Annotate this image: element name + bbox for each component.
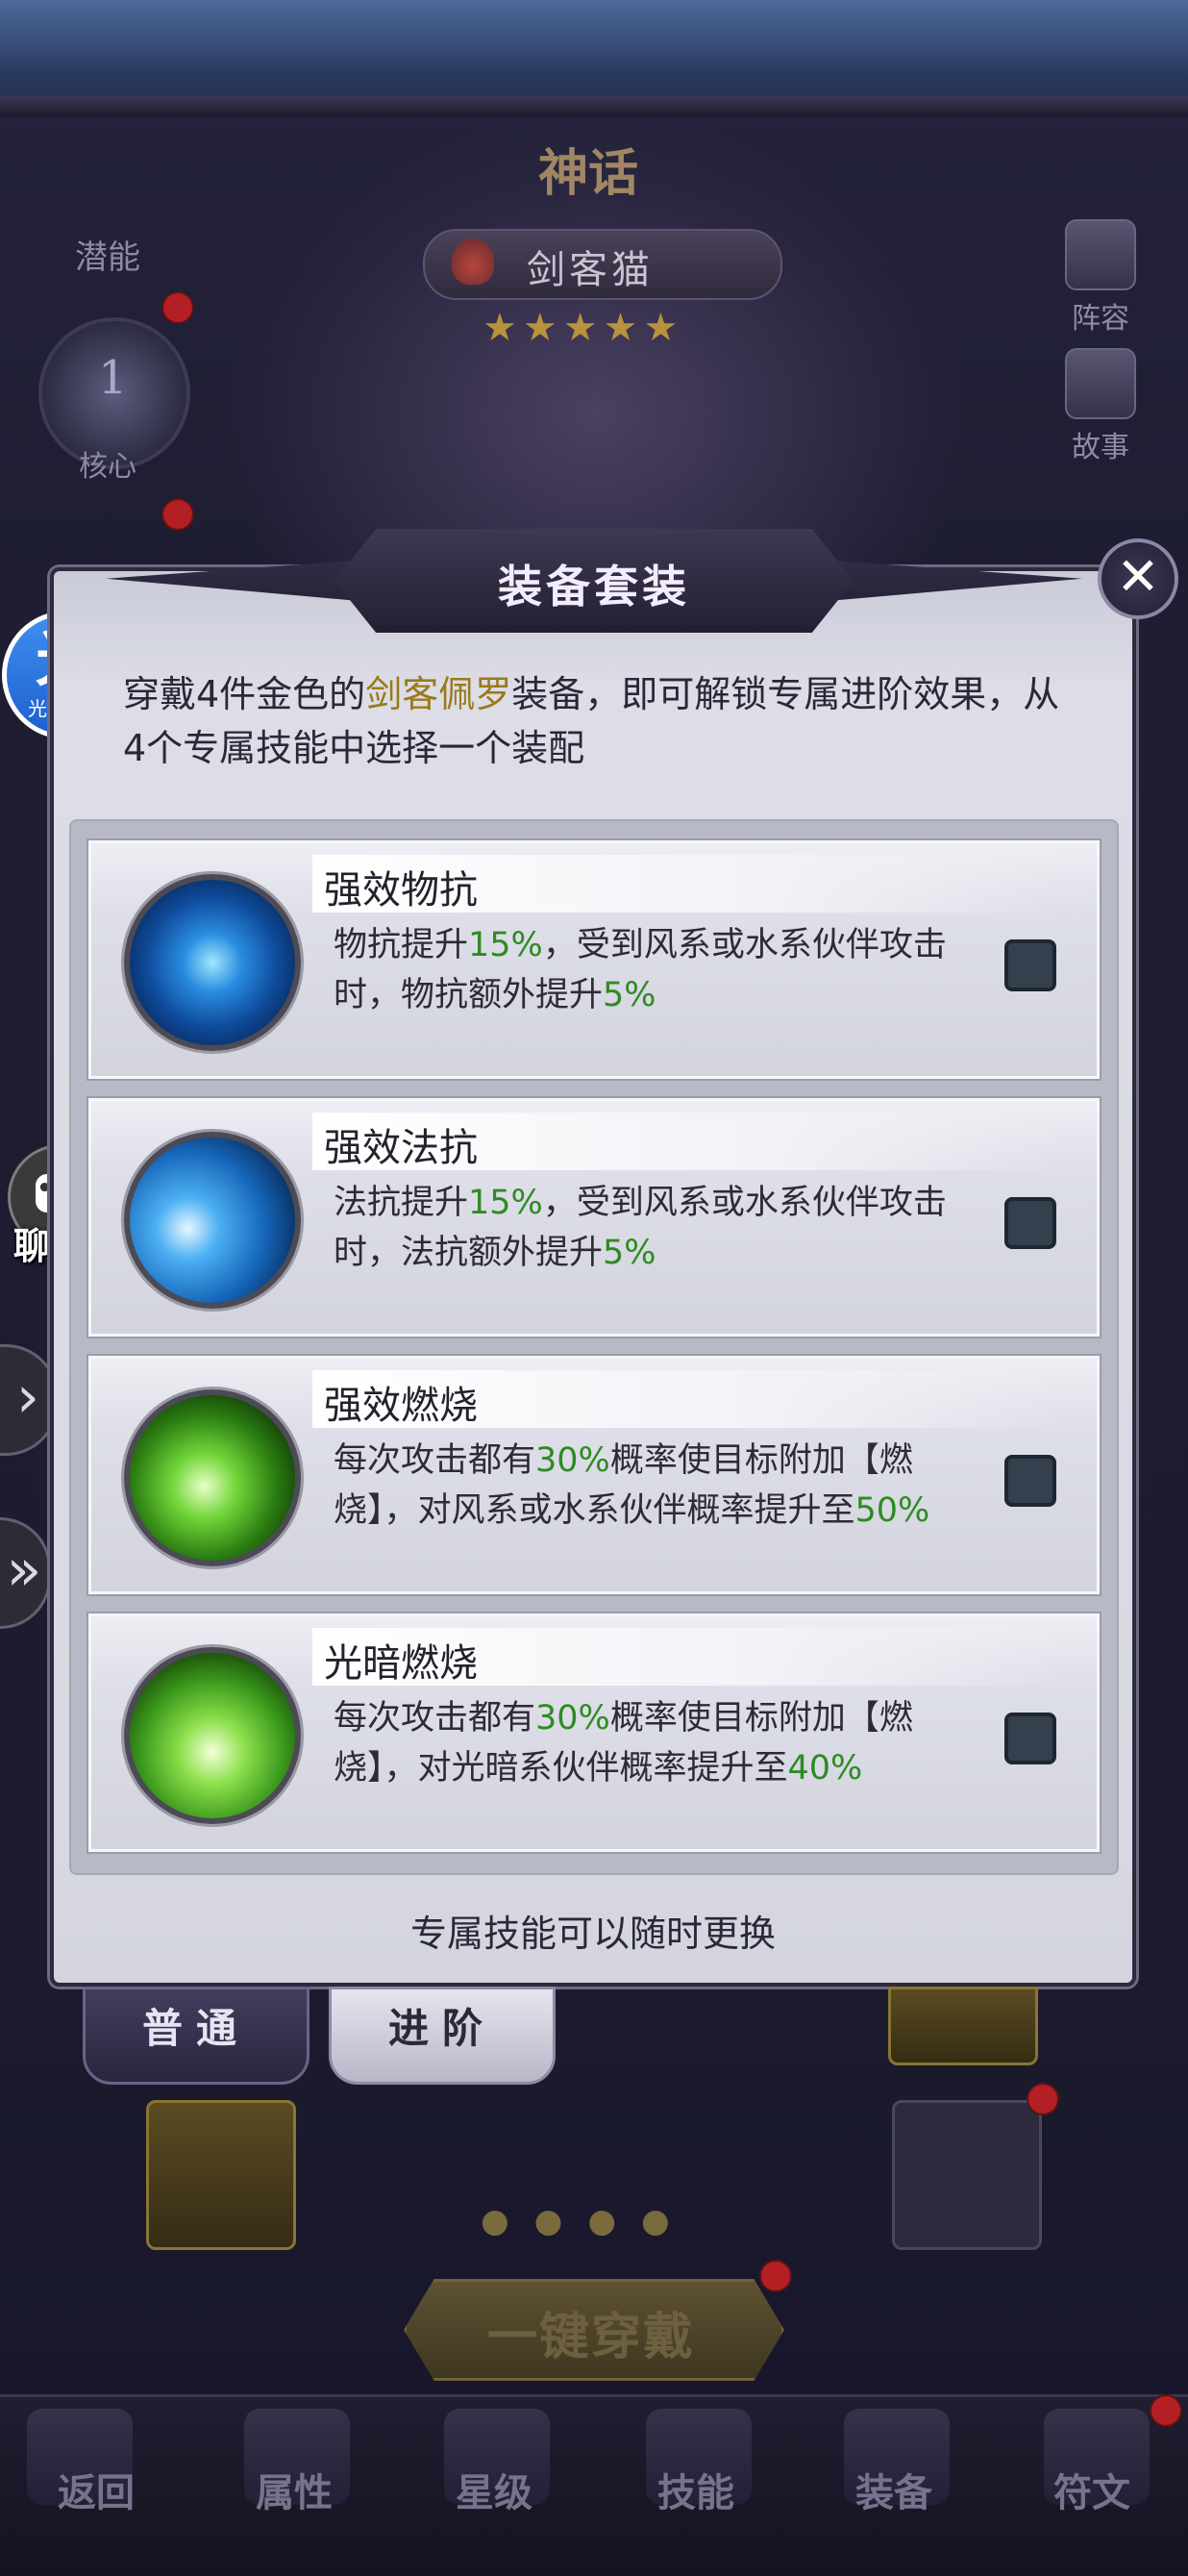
highlight-value: 50% <box>854 1491 930 1530</box>
skill-option-lightdark-burn[interactable]: 光暗燃烧 每次攻击都有30%概率使目标附加【燃烧】，对光暗系伙伴概率提升至40% <box>88 1613 1100 1852</box>
dialog-title: 装备套装 <box>498 561 690 613</box>
nav-runes[interactable]: 符文 <box>996 2462 1188 2517</box>
option-checkbox[interactable] <box>1004 1713 1056 1764</box>
rarity-title: 神话 <box>538 144 639 203</box>
option-description: 法抗提升15%，受到风系或水系伙伴攻击时，法抗额外提升5% <box>334 1178 987 1278</box>
option-description: 每次攻击都有30%概率使目标附加【燃烧】，对光暗系伙伴概率提升至40% <box>334 1693 987 1793</box>
tab-normal[interactable]: 普通 <box>83 1987 309 2085</box>
dialog-description: 穿戴4件金色的剑客佩罗装备，即可解锁专属进阶效果，从4个专属技能中选择一个装配 <box>123 667 1075 775</box>
star-rating: ★★★★★ <box>483 306 684 350</box>
story-button[interactable]: 故事 <box>1057 348 1144 465</box>
option-checkbox[interactable] <box>1004 1455 1056 1507</box>
option-description: 每次攻击都有30%概率使目标附加【燃烧】，对风系或水系伙伴概率提升至50% <box>334 1436 987 1536</box>
nav-equipment[interactable]: 装备 <box>798 2462 990 2517</box>
lineup-icon <box>1065 219 1136 290</box>
top-frame <box>0 96 1188 117</box>
skill-option-enhanced-burn[interactable]: 强效燃烧 每次攻击都有30%概率使目标附加【燃烧】，对风系或水系伙伴概率提升至5… <box>88 1356 1100 1594</box>
description-text: 每次攻击都有 <box>334 1699 536 1738</box>
wear-all-label: 一键穿戴 <box>486 2309 695 2366</box>
double-chevron-right-icon: » <box>6 1537 42 1604</box>
lineup-label: 阵容 <box>1072 302 1129 336</box>
core-level: 1 <box>98 351 128 405</box>
skill-option-magic-resist[interactable]: 强效法抗 法抗提升15%，受到风系或水系伙伴攻击时，法抗额外提升5% <box>88 1098 1100 1337</box>
notification-dot <box>1027 2083 1059 2115</box>
notification-dot <box>759 2260 792 2292</box>
highlight-value: 15% <box>468 926 543 964</box>
core-label: 核心 <box>79 450 136 484</box>
highlight-value: 40% <box>787 1749 863 1788</box>
description-text: 物抗提升 <box>334 926 469 964</box>
highlight-value: 5% <box>603 976 656 1014</box>
highlight-value: 5% <box>603 1234 656 1272</box>
option-name: 光暗燃烧 <box>324 1641 478 1686</box>
nav-stars[interactable]: 星级 <box>398 2462 590 2517</box>
skill-option-physical-resist[interactable]: 强效物抗 物抗提升15%，受到风系或水系伙伴攻击时，物抗额外提升5% <box>88 840 1100 1079</box>
lineup-button[interactable]: 阵容 <box>1057 219 1144 337</box>
option-checkbox[interactable] <box>1004 1197 1056 1249</box>
highlight-value: 30% <box>535 1441 610 1480</box>
nav-skills[interactable]: 技能 <box>600 2462 792 2517</box>
notification-dot <box>161 291 194 324</box>
book-icon <box>1065 348 1136 419</box>
page-indicator-dots: ●●●● <box>481 2202 695 2240</box>
hero-name: 剑客猫 <box>527 248 654 292</box>
description-text: 法抗提升 <box>334 1184 469 1222</box>
intro-prefix: 穿戴4件金色的 <box>123 673 366 715</box>
dialog-footer-note: 专属技能可以随时更换 <box>409 1913 776 1955</box>
notification-dot <box>161 498 194 531</box>
green-burst-icon <box>124 1647 301 1824</box>
fire-element-icon <box>452 238 494 285</box>
blue-orb-icon <box>124 874 301 1051</box>
highlight-value: 30% <box>535 1699 610 1738</box>
potential-button[interactable]: 潜能 <box>75 231 140 278</box>
option-name: 强效燃烧 <box>324 1384 478 1428</box>
status-bar <box>0 0 1188 106</box>
tab-advanced[interactable]: 进阶 <box>329 1987 556 2085</box>
story-label: 故事 <box>1072 431 1129 464</box>
option-checkbox[interactable] <box>1004 939 1056 991</box>
option-name: 强效法抗 <box>324 1126 478 1170</box>
nav-attributes[interactable]: 属性 <box>198 2462 390 2517</box>
equipment-slot[interactable] <box>888 1987 1038 2065</box>
highlight-value: 15% <box>468 1184 543 1222</box>
set-name-highlight: 剑客佩罗 <box>365 673 512 715</box>
close-icon: ✕ <box>1116 546 1160 607</box>
equipment-slot[interactable] <box>892 2100 1042 2250</box>
blue-slash-icon <box>124 1132 301 1309</box>
close-button[interactable]: ✕ <box>1098 538 1178 619</box>
nav-back[interactable]: 返回 <box>0 2462 192 2517</box>
description-text: 每次攻击都有 <box>334 1441 536 1480</box>
option-name: 强效物抗 <box>324 868 478 913</box>
equipment-slot[interactable] <box>146 2100 296 2250</box>
chevron-right-icon: › <box>16 1363 39 1431</box>
notification-dot <box>1150 2394 1182 2427</box>
option-description: 物抗提升15%，受到风系或水系伙伴攻击时，物抗额外提升5% <box>334 920 987 1020</box>
green-spike-icon <box>124 1389 301 1566</box>
